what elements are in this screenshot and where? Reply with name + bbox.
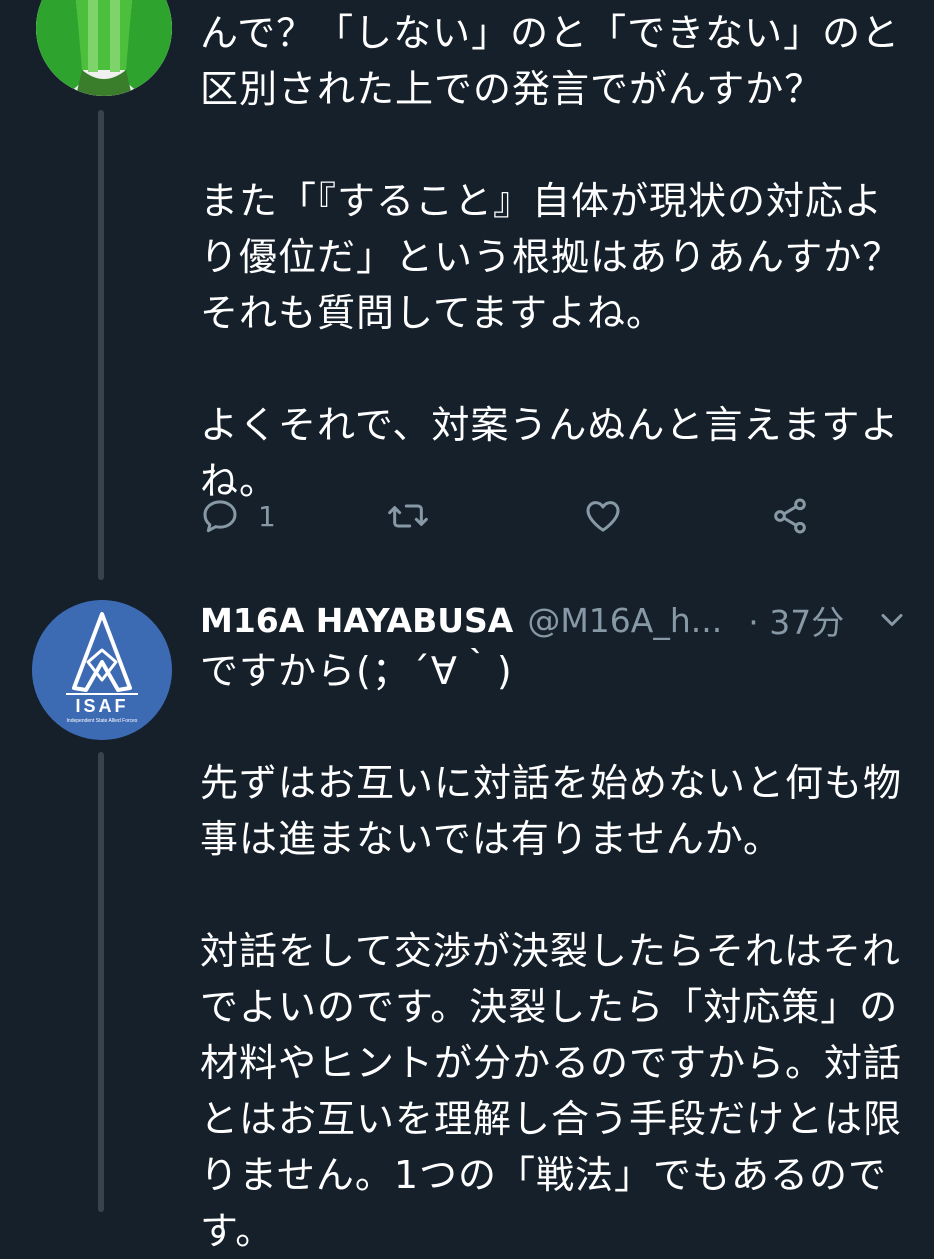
tweet-actions: 1 [200, 488, 820, 544]
thread-line [98, 752, 104, 1212]
tweet-text: んで？「しない」のと「できない」のと 区別された上での発言でがんすか？ また「『… [200, 11, 902, 503]
reply-button[interactable]: 1 [200, 488, 276, 544]
retweet-button[interactable] [386, 488, 430, 544]
avatar-logo-text: ISAF [75, 696, 129, 716]
reply-count: 1 [258, 499, 276, 533]
avatar-logo-subtext: Independent State Allied Forces [66, 718, 138, 724]
chevron-down-icon[interactable] [874, 602, 910, 646]
like-button[interactable] [582, 488, 624, 544]
user-handle[interactable]: @M16A_h... [527, 601, 722, 640]
share-button[interactable] [770, 488, 810, 544]
heart-icon [582, 496, 624, 536]
tweet-header: M16A HAYABUSA @M16A_h... · 37分 [200, 592, 910, 648]
share-icon [770, 496, 810, 536]
display-name[interactable]: M16A HAYABUSA [200, 601, 513, 640]
thread-line [98, 110, 104, 580]
user-avatar[interactable] [36, 0, 172, 96]
reply-icon [200, 496, 240, 536]
user-avatar[interactable]: ISAF Independent State Allied Forces [32, 600, 172, 740]
tweet-text: ですから(；´∀｀) 先ずはお互いに対話を始めないと何も物 事は進まないでは有り… [200, 649, 903, 1253]
tweet-timestamp[interactable]: · 37分 [748, 596, 844, 644]
retweet-icon [386, 496, 430, 536]
